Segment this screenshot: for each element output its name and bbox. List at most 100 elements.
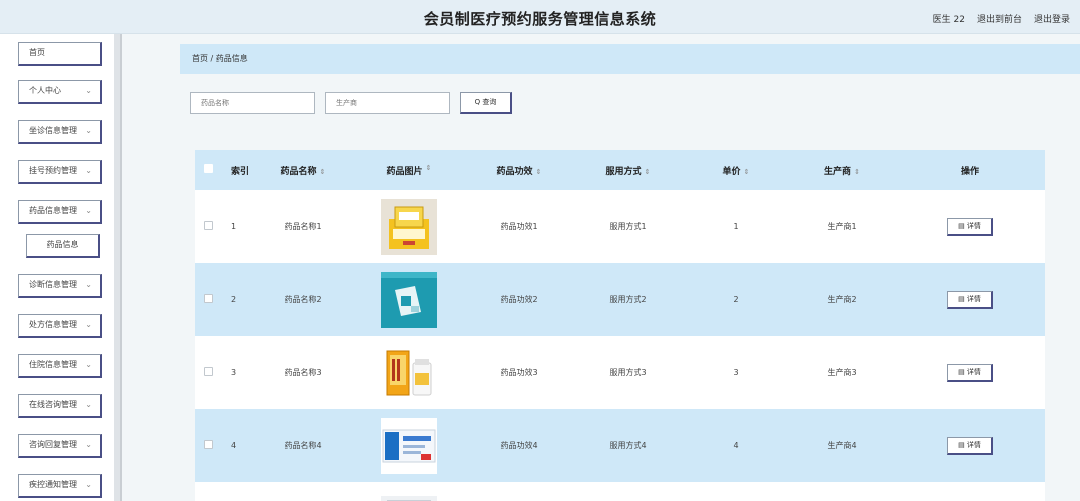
sort-icon: ⇕ — [319, 167, 326, 176]
drug-effect: 药品功效4 — [500, 441, 538, 450]
select-all-checkbox[interactable] — [203, 164, 213, 173]
drug-usage: 服用方式2 — [609, 295, 647, 304]
sidebar-item-hospitalization[interactable]: 住院信息管理 ⌄ — [18, 354, 102, 378]
drug-name-search-input[interactable] — [190, 92, 315, 114]
sidebar-item-consult-reply[interactable]: 咨询回复管理 ⌄ — [18, 434, 102, 458]
sidebar-item-clinic[interactable]: 坐诊信息管理 ⌄ — [18, 120, 102, 144]
column-header-label: 生产商 — [824, 166, 852, 177]
sidebar-item-label: 诊断信息管理 — [29, 280, 77, 289]
sidebar-item-label: 处方信息管理 — [29, 320, 77, 329]
drug-box-image-teal — [381, 271, 437, 328]
column-header-label: 单价 — [722, 166, 741, 177]
column-header-price[interactable]: 单价 ⇕ — [683, 164, 789, 177]
user-name: 医生 22 — [932, 15, 965, 25]
user-area: 医生 22 退出到前台 退出登录 — [933, 12, 1070, 25]
top-bar: 会员制医疗预约服务管理信息系统 医生 22 退出到前台 退出登录 — [0, 0, 1080, 34]
drug-name: 药品名称4 — [284, 441, 322, 450]
row-checkbox[interactable] — [203, 367, 213, 376]
sidebar-item-personal-center[interactable]: 个人中心 ⌄ — [18, 80, 102, 104]
exit-to-front-link[interactable]: 退出到前台 — [977, 12, 1022, 25]
drug-maker: 生产商1 — [827, 222, 857, 231]
drug-box-bottle-image — [381, 344, 437, 401]
table-row: 2 药品名称2 药品功效2 服用方式2 2 生产商2 ▤ 详情 — [195, 263, 1045, 336]
sidebar-item-label: 个人中心 — [29, 86, 61, 95]
drug-usage: 服用方式1 — [609, 222, 647, 231]
chevron-down-icon: ⌄ — [85, 440, 92, 449]
row-index: 4 — [231, 441, 237, 450]
search-bar: Q 查询 — [190, 92, 512, 116]
row-checkbox[interactable] — [203, 440, 213, 449]
sidebar-item-label: 药品信息 — [46, 240, 79, 249]
sidebar-item-label: 疾控通知管理 — [29, 480, 77, 489]
drug-box-blue-image — [381, 417, 437, 474]
logout-link[interactable]: 退出登录 — [1034, 12, 1070, 25]
chevron-down-icon: ⌄ — [85, 126, 92, 135]
sort-icon: ⇕ — [425, 163, 432, 172]
row-checkbox[interactable] — [203, 294, 213, 303]
sidebar-item-drug-info[interactable]: 药品信息 — [26, 234, 100, 258]
chevron-down-icon: ⌄ — [85, 206, 92, 215]
drug-price: 3 — [733, 368, 739, 377]
column-header-name[interactable]: 药品名称 ⇕ — [253, 164, 353, 177]
sidebar-item-label: 首页 — [29, 48, 45, 57]
drug-effect: 药品功效3 — [500, 368, 538, 377]
detail-button[interactable]: ▤ 详情 — [947, 290, 993, 309]
drug-name: 药品名称3 — [284, 368, 322, 377]
detail-button[interactable]: ▤ 详情 — [947, 436, 993, 455]
drug-effect: 药品功效1 — [500, 222, 538, 231]
sidebar-item-home[interactable]: 首页 — [18, 42, 102, 66]
drug-maker: 生产商2 — [827, 295, 857, 304]
column-header-image[interactable]: 药品图片 ⇕ — [353, 164, 465, 177]
column-header-index: 索引 — [231, 166, 250, 177]
sidebar-item-online-consult[interactable]: 在线咨询管理 ⌄ — [18, 394, 102, 418]
sort-icon: ⇕ — [535, 167, 542, 176]
column-header-effect[interactable]: 药品功效 ⇕ — [465, 164, 573, 177]
sidebar-item-label: 咨询回复管理 — [29, 440, 77, 449]
sort-icon: ⇕ — [644, 167, 651, 176]
drug-image — [353, 344, 465, 401]
sort-icon: ⇕ — [743, 167, 750, 176]
drug-image-partial — [381, 496, 437, 501]
sidebar-item-diagnosis[interactable]: 诊断信息管理 ⌄ — [18, 274, 102, 298]
chevron-down-icon: ⌄ — [85, 400, 92, 409]
column-header-usage[interactable]: 服用方式 ⇕ — [573, 164, 683, 177]
sidebar-item-label: 药品信息管理 — [29, 206, 77, 215]
drug-usage: 服用方式4 — [609, 441, 647, 450]
sidebar-item-label: 坐诊信息管理 — [29, 126, 77, 135]
chevron-down-icon: ⌄ — [85, 320, 92, 329]
breadcrumb: 首页 / 药品信息 — [180, 44, 1080, 74]
chevron-down-icon: ⌄ — [85, 86, 92, 95]
column-header-label: 药品名称 — [280, 166, 317, 177]
chevron-down-icon: ⌄ — [85, 480, 92, 489]
sidebar-item-label: 住院信息管理 — [29, 360, 77, 369]
sidebar-item-label: 挂号预约管理 — [29, 166, 77, 175]
row-checkbox[interactable] — [203, 221, 213, 230]
row-index: 2 — [231, 295, 237, 304]
sidebar: 首页 个人中心 ⌄ 坐诊信息管理 ⌄ 挂号预约管理 ⌄ 药品信息管理 ⌄ 药品信息 诊断… — [0, 34, 122, 501]
sidebar-item-appointment[interactable]: 挂号预约管理 ⌄ — [18, 160, 102, 184]
column-header-label: 药品图片 — [386, 166, 423, 177]
column-header-maker[interactable]: 生产商 ⇕ — [789, 164, 895, 177]
sidebar-item-prescription[interactable]: 处方信息管理 ⌄ — [18, 314, 102, 338]
search-button[interactable]: Q 查询 — [460, 92, 512, 114]
app-title: 会员制医疗预约服务管理信息系统 — [423, 10, 657, 28]
maker-search-input[interactable] — [325, 92, 450, 114]
drug-effect: 药品功效2 — [500, 295, 538, 304]
detail-button[interactable]: ▤ 详情 — [947, 217, 993, 236]
drug-image — [353, 271, 465, 328]
table-row: 4 药品名称4 药品功效4 服用方式4 4 生产商4 ▤ 详情 — [195, 409, 1045, 482]
main-content: 首页 / 药品信息 Q 查询 索引 药品名称⇕ 药品图片⇕ 药品功效⇕ 服用方式… — [180, 44, 1080, 501]
sidebar-item-disease-notice[interactable]: 疾控通知管理 ⌄ — [18, 474, 102, 498]
column-header-label: 服用方式 — [605, 166, 642, 177]
sort-icon: ⇕ — [854, 167, 860, 176]
column-header-label: 药品功效 — [496, 166, 533, 177]
table-row — [195, 482, 1045, 501]
sidebar-item-drug-management[interactable]: 药品信息管理 ⌄ — [18, 200, 102, 224]
table-header: 索引 药品名称 ⇕ 药品图片 ⇕ 药品功效 ⇕ 服用方式 ⇕ 单价 ⇕ 生产商 ⇕ 操作 — [195, 150, 1045, 190]
chevron-down-icon: ⌄ — [85, 280, 92, 289]
table-row: 1 药品名称1 药品功效1 服用方式1 1 生产商1 ▤ 详情 — [195, 190, 1045, 263]
column-header-operation: 操作 — [960, 166, 979, 177]
drug-image — [353, 417, 465, 474]
sidebar-divider — [120, 34, 122, 501]
detail-button[interactable]: ▤ 详情 — [947, 363, 993, 382]
